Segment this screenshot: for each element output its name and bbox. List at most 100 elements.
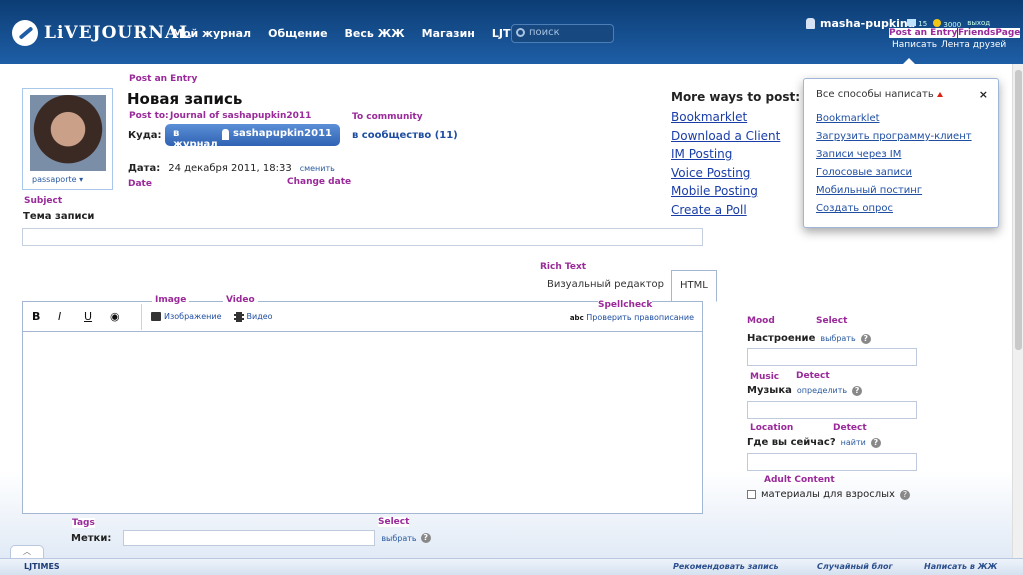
download-client-link[interactable]: Download a Client — [671, 127, 800, 146]
tags-label: Метки: — [71, 532, 112, 544]
im-posting-link[interactable]: IM Posting — [671, 145, 800, 164]
journal-button-label: в журнал — [173, 128, 218, 150]
annotation-spellcheck: Spellcheck — [598, 300, 653, 310]
subnav-post[interactable]: Написать — [892, 40, 937, 50]
tab-visual-editor[interactable]: Визуальный редактор — [540, 270, 671, 301]
toolbar-divider — [141, 303, 142, 330]
mood-input[interactable] — [747, 348, 917, 366]
tags-row: Метки: выбрать ? — [71, 530, 431, 546]
help-icon[interactable]: ? — [899, 489, 910, 500]
insert-video-label: Видео — [246, 312, 273, 321]
nav-communication[interactable]: Общение — [268, 27, 327, 40]
footer-toggle[interactable]: ︿ — [10, 545, 44, 559]
location-find-link[interactable]: найти — [841, 438, 866, 447]
write-in-lj-link[interactable]: Написать в ЖЖ — [924, 562, 997, 571]
popup-im-link[interactable]: Записи через IM — [816, 146, 986, 164]
avatar[interactable] — [30, 95, 106, 171]
nav-my-journal[interactable]: Мой журнал — [172, 27, 251, 40]
annotation-music-detect: Detect — [796, 371, 830, 381]
popup-links: Bookmarklet Загрузить программу-клиент З… — [816, 110, 986, 218]
page-title: Новая запись — [127, 90, 243, 108]
tags-select-link[interactable]: выбрать — [381, 534, 416, 543]
film-icon — [233, 311, 244, 322]
location-row: Где вы сейчас? найти ? — [747, 437, 881, 448]
nav-shop[interactable]: Магазин — [422, 27, 475, 40]
insert-image-button[interactable]: Изображение — [151, 312, 222, 321]
annotation-journal-of: Journal of sashapupkin2011 — [170, 111, 312, 121]
popup-title[interactable]: Все способы написать — [816, 89, 986, 100]
mood-label: Настроение — [747, 333, 816, 344]
userpic-label[interactable]: passaporte ▾ — [32, 175, 83, 184]
spellcheck-button[interactable]: abc Проверить правописание — [570, 313, 694, 322]
user-icon — [222, 129, 230, 140]
adult-content-checkbox[interactable] — [747, 490, 756, 499]
annotation-post-to: Post to: — [129, 111, 169, 121]
pencil-icon — [12, 20, 38, 46]
help-icon[interactable]: ? — [420, 533, 431, 543]
nav-all-lj[interactable]: Весь ЖЖ — [345, 27, 405, 40]
recommend-post-link[interactable]: Рекомендовать запись — [673, 562, 779, 571]
mail-icon — [907, 19, 916, 26]
caret-up-icon — [936, 92, 943, 97]
create-poll-link[interactable]: Create a Poll — [671, 201, 800, 220]
search-input[interactable]: поиск — [511, 24, 614, 43]
tab-html[interactable]: HTML — [671, 270, 717, 302]
annotation-mood-select: Select — [816, 316, 848, 326]
search-placeholder: поиск — [529, 27, 560, 38]
popup-client-link[interactable]: Загрузить программу-клиент — [816, 128, 986, 146]
popup-voice-link[interactable]: Голосовые записи — [816, 164, 986, 182]
annotation-music: Music — [750, 372, 780, 382]
date-value: 24 декабря 2011, 18:33 — [168, 163, 292, 174]
close-icon[interactable]: × — [979, 88, 988, 101]
date-label: Дата: — [128, 163, 161, 174]
bookmarklet-link[interactable]: Bookmarklet — [671, 108, 800, 127]
livejournal-logo[interactable]: LiVEJOURNAL — [12, 20, 192, 46]
music-label: Музыка — [747, 385, 792, 396]
mobile-posting-link[interactable]: Mobile Posting — [671, 182, 800, 201]
vertical-scrollbar[interactable] — [1012, 64, 1023, 558]
post-to-community-link[interactable]: в сообщество (11) — [352, 130, 458, 141]
spellcheck-icon: abc — [569, 314, 584, 322]
post-to-journal-button[interactable]: в журнал sashapupkin2011 — [165, 124, 340, 150]
music-detect-link[interactable]: определить — [797, 386, 847, 395]
userpic-selector[interactable]: passaporte ▾ — [22, 88, 113, 190]
bold-button[interactable]: B — [32, 310, 58, 323]
tags-input[interactable] — [123, 530, 376, 546]
footer-ljtimes[interactable]: LJTIMES — [24, 562, 60, 571]
post-body-textarea[interactable] — [22, 331, 703, 514]
annotation-image: Image — [152, 295, 190, 305]
scrollbar-thumb[interactable] — [1015, 70, 1022, 350]
subject-input[interactable] — [22, 228, 703, 246]
annotation-tags: Tags — [72, 518, 95, 528]
random-blog-link[interactable]: Случайный блог — [817, 562, 893, 571]
coin-icon — [933, 19, 942, 27]
annotation-date: Date — [128, 179, 152, 189]
mood-select-link[interactable]: выбрать — [820, 334, 855, 343]
help-icon[interactable]: ? — [860, 334, 871, 344]
annotation-change-date: Change date — [287, 177, 352, 187]
popup-poll-link[interactable]: Создать опрос — [816, 200, 986, 218]
underline-button[interactable]: U — [84, 310, 110, 323]
location-input[interactable] — [747, 453, 917, 471]
music-input[interactable] — [747, 401, 917, 419]
adult-content-row: материалы для взрослых ? — [747, 489, 910, 500]
popup-title-text: Все способы написать — [816, 89, 934, 100]
help-icon[interactable]: ? — [852, 386, 863, 396]
more-ways-heading: More ways to post: — [671, 90, 801, 104]
help-icon[interactable]: ? — [870, 438, 881, 448]
voice-posting-link[interactable]: Voice Posting — [671, 164, 800, 183]
adult-content-label[interactable]: материалы для взрослых — [761, 489, 895, 500]
insert-video-button[interactable]: Видео — [233, 311, 273, 322]
camera-icon — [151, 312, 161, 321]
main-nav: Мой журнал Общение Весь ЖЖ Магазин LJTIM… — [172, 27, 541, 40]
popup-bookmarklet-link[interactable]: Bookmarklet — [816, 110, 986, 128]
link-globe-icon[interactable]: ◉ — [110, 310, 136, 323]
subnav-friends[interactable]: Лента друзей — [941, 40, 1006, 50]
popup-mobile-link[interactable]: Мобильный постинг — [816, 182, 986, 200]
annotation-adult-content: Adult Content — [764, 475, 835, 485]
change-date-link[interactable]: сменить — [300, 164, 335, 173]
logo-text: LiVEJOURNAL — [44, 23, 193, 43]
italic-button[interactable]: I — [58, 310, 84, 323]
active-tab-arrow — [902, 58, 916, 65]
date-row: Дата: 24 декабря 2011, 18:33 сменить — [128, 163, 335, 174]
